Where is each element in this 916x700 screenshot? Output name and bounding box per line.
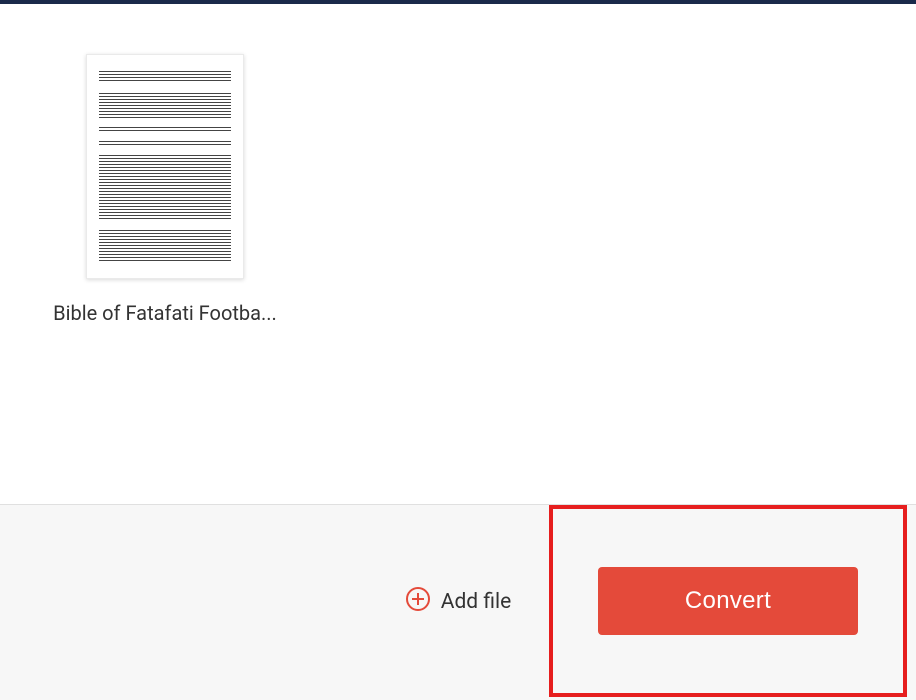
plus-circle-icon [405, 586, 431, 618]
convert-highlight-box: Convert [549, 505, 907, 697]
thumb-text-line [99, 155, 231, 220]
content-area: Bible of Fatafati Footba... [0, 4, 916, 504]
thumb-text-line [99, 141, 231, 147]
convert-button[interactable]: Convert [598, 567, 858, 635]
thumb-text-line [99, 93, 231, 119]
file-card[interactable]: Bible of Fatafati Footba... [40, 54, 290, 325]
action-bar: Add file Convert [0, 504, 916, 700]
thumb-text-line [99, 127, 231, 133]
document-thumbnail [86, 54, 244, 279]
thumb-text-line [99, 230, 231, 262]
add-file-button[interactable]: Add file [405, 586, 511, 618]
file-name-label: Bible of Fatafati Footba... [53, 301, 277, 325]
add-file-label: Add file [441, 590, 511, 614]
thumb-text-line [99, 71, 231, 83]
